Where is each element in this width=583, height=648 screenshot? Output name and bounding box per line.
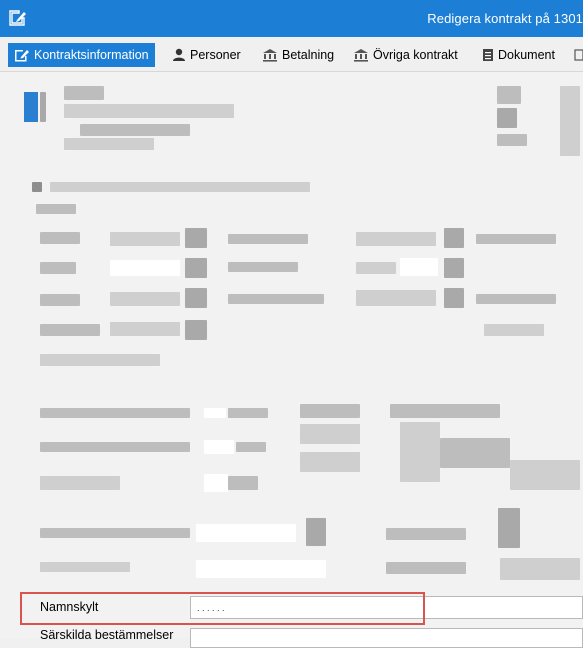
redacted-block <box>185 288 207 308</box>
redacted-block <box>444 258 464 278</box>
redacted-block <box>400 422 440 482</box>
redacted-block <box>204 474 228 492</box>
building-icon <box>354 49 368 62</box>
redacted-block <box>484 324 544 336</box>
highlight-frame <box>20 592 425 625</box>
redacted-block <box>228 234 308 244</box>
redacted-block <box>40 408 190 418</box>
tab-dokument[interactable]: Dokument <box>482 43 555 67</box>
redacted-block <box>386 562 466 574</box>
redacted-block <box>356 290 436 306</box>
redacted-block <box>64 138 154 150</box>
redacted-block <box>306 518 326 546</box>
content-panel <box>0 72 583 639</box>
redacted-block <box>228 476 258 490</box>
redacted-block <box>386 528 466 540</box>
redacted-block <box>64 86 104 100</box>
person-icon <box>173 48 185 61</box>
redacted-block <box>185 228 207 248</box>
redacted-block <box>64 104 234 118</box>
tab-label: Betalning <box>282 48 335 62</box>
edit-icon <box>9 10 26 26</box>
edit-icon <box>15 50 29 62</box>
redacted-block <box>560 86 580 156</box>
redacted-block <box>300 404 360 418</box>
tab-kontraktsinformation[interactable]: Kontraktsinformation <box>8 43 155 67</box>
redacted-block <box>356 232 436 246</box>
tab-label: Kontraktsinformation <box>34 48 149 62</box>
redacted-block <box>196 560 326 578</box>
redacted-block <box>497 86 521 104</box>
redacted-block <box>498 508 520 548</box>
redacted-block <box>110 322 180 336</box>
redacted-block <box>40 354 160 366</box>
redacted-block <box>500 558 580 580</box>
tab-ovriga-kontrakt[interactable]: Övriga kontrakt <box>353 43 458 67</box>
sarskilda-bestammelser-label: Särskilda bestämmelser <box>40 628 174 642</box>
redacted-block <box>50 182 310 192</box>
redacted-block <box>40 232 80 244</box>
redacted-block <box>476 234 556 244</box>
redacted-block <box>110 260 180 276</box>
title-bar: Redigera kontrakt på 1301 <box>0 0 583 37</box>
tab-label: Personer <box>190 48 241 62</box>
redacted-block <box>228 408 268 418</box>
tab-personer[interactable]: Personer <box>172 43 241 67</box>
tab-overflow[interactable] <box>574 43 583 67</box>
redacted-block <box>80 124 190 136</box>
sarskilda-bestammelser-input[interactable] <box>190 628 583 648</box>
redacted-block <box>228 294 324 304</box>
tab-label: Dokument <box>498 48 555 62</box>
redacted-block <box>185 258 207 278</box>
redacted-block <box>196 524 296 542</box>
redacted-block <box>497 108 517 128</box>
tab-bar: Kontraktsinformation Personer Betalning … <box>0 37 583 72</box>
redacted-block <box>400 258 438 276</box>
redacted-block <box>204 408 226 418</box>
building-icon <box>263 49 277 62</box>
redacted-block <box>185 320 207 340</box>
redacted-block <box>40 562 130 572</box>
redacted-block <box>32 182 42 192</box>
redacted-block <box>40 528 190 538</box>
redacted-block <box>228 262 298 272</box>
redacted-block <box>236 442 266 452</box>
list-icon <box>574 49 583 61</box>
redacted-block <box>444 228 464 248</box>
redacted-block <box>40 324 100 336</box>
redacted-block <box>204 440 234 454</box>
redacted-block <box>300 424 360 444</box>
document-icon <box>483 49 493 61</box>
window-title: Redigera kontrakt på 1301 <box>427 11 583 26</box>
redacted-block <box>40 262 76 274</box>
redacted-block <box>444 288 464 308</box>
redacted-block <box>510 460 580 490</box>
tab-betalning[interactable]: Betalning <box>262 43 334 67</box>
redacted-block <box>36 204 76 214</box>
redacted-block <box>40 92 46 122</box>
redacted-block <box>40 476 120 490</box>
tab-label: Övriga kontrakt <box>373 48 458 62</box>
redacted-block <box>110 292 180 306</box>
redacted-block <box>440 438 510 468</box>
redacted-block <box>476 294 556 304</box>
redacted-block <box>390 404 500 418</box>
redacted-block <box>497 134 527 146</box>
redacted-block <box>40 442 190 452</box>
redacted-block <box>356 262 396 274</box>
redacted-block <box>110 232 180 246</box>
redacted-block <box>300 452 360 472</box>
company-logo <box>24 92 38 122</box>
redacted-block <box>40 294 80 306</box>
